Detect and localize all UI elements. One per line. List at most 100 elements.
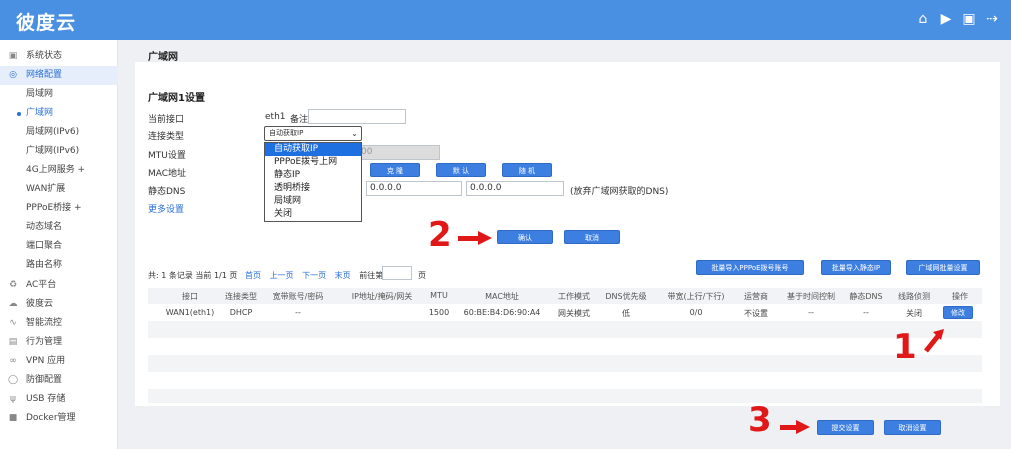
sidebar-item-system-status[interactable]: ▣ 系统状态	[0, 47, 118, 66]
batch-pppoe-button[interactable]: 批量导入PPPoE拨号账号	[696, 260, 804, 275]
chevron-down-icon: ⌄	[351, 129, 358, 138]
col-header: 基于时间控制	[787, 292, 835, 301]
option-static[interactable]: 静态IP	[265, 169, 361, 182]
section-title: 广域网1设置	[148, 93, 205, 104]
col-header: DNS优先级	[605, 292, 647, 301]
sidebar-item-wan-ext[interactable]: WAN扩展	[0, 180, 118, 199]
sidebar-item-vpn[interactable]: ∞ VPN 应用	[0, 352, 118, 371]
table-header: 接口 连接类型 宽带账号/密码 IP地址/掩码/网关 MTU MAC地址 工作模…	[148, 288, 982, 304]
table-row-empty	[148, 321, 982, 338]
table-cell: 关闭	[906, 309, 922, 318]
sidebar: ▣ 系统状态 ◎ 网络配置 局域网 广域网 局域网(IPv6) 广域网(IPv6) …	[0, 40, 118, 449]
arrow-right-icon	[780, 420, 810, 434]
pager-first[interactable]: 首页	[245, 271, 261, 280]
conn-type-label: 连接类型	[148, 132, 185, 142]
option-dhcp[interactable]: 自动获取IP	[265, 143, 361, 156]
pager: 共: 1 条记录 当前 1/1 页 首页 上一页 下一页 末页 前往第	[148, 270, 383, 281]
col-header: MTU	[430, 291, 448, 300]
dns-note: (放弃广域网获取的DNS)	[570, 187, 669, 197]
sidebar-item-usb[interactable]: ψ USB 存储	[0, 390, 118, 409]
mtu-label: MTU设置	[148, 151, 186, 161]
sidebar-item-ac[interactable]: ♻ AC平台	[0, 276, 118, 295]
sidebar-item-behavior[interactable]: ▤ 行为管理	[0, 333, 118, 352]
table-cell: 不设置	[744, 309, 768, 318]
sidebar-item-docker[interactable]: ■ Docker管理	[0, 409, 118, 428]
sidebar-item-wan[interactable]: 广域网	[0, 104, 118, 123]
screen-icon[interactable]: ▣	[962, 12, 976, 26]
pager-goto-input[interactable]	[382, 266, 412, 280]
table-row: WAN1(eth1) DHCP -- 1500 60:BE:B4:D6:90:A…	[148, 304, 982, 321]
confirm-button[interactable]: 确认	[497, 230, 553, 244]
conn-type-dropdown: 自动获取IP PPPoE拨号上网 静态IP 透明桥接 局域网 关闭	[264, 142, 362, 222]
table-row-empty	[148, 338, 982, 355]
mac-label: MAC地址	[148, 169, 187, 179]
remark-input[interactable]	[308, 109, 406, 124]
submit-settings-button[interactable]: 提交设置	[817, 420, 874, 435]
vpn-icon: ∞	[9, 356, 17, 366]
col-header: 运营商	[744, 292, 768, 301]
batch-wan-button[interactable]: 广域网批量设置	[906, 260, 980, 275]
sidebar-item-lan-ipv6[interactable]: 局域网(IPv6)	[0, 123, 118, 142]
sidebar-item-lan[interactable]: 局域网	[0, 85, 118, 104]
current-iface-label: 当前接口	[148, 115, 185, 125]
table-cell: --	[295, 308, 301, 317]
dns-label: 静态DNS	[148, 187, 186, 197]
table-cell: DHCP	[229, 308, 253, 317]
pager-goto-label: 前往第	[359, 271, 384, 280]
logout-icon[interactable]: ⇢	[985, 12, 999, 26]
chart-icon: ∿	[9, 318, 17, 328]
logo: 彼度云	[16, 8, 76, 35]
home-icon[interactable]: ⌂	[916, 12, 930, 26]
option-off[interactable]: 关闭	[265, 208, 361, 221]
sidebar-item-pppoe-bridge[interactable]: PPPoE桥接 +	[0, 199, 118, 218]
sidebar-item-port-agg[interactable]: 端口聚合	[0, 237, 118, 256]
table-cell: 低	[622, 309, 630, 318]
sidebar-item-ddns[interactable]: 动态域名	[0, 218, 118, 237]
cancel-button[interactable]: 取消	[564, 230, 620, 244]
arrow-up-right-icon	[924, 329, 944, 353]
sidebar-item-network-config[interactable]: ◎ 网络配置	[0, 66, 118, 85]
pager-last[interactable]: 末页	[335, 271, 351, 280]
remark-label: 备注	[290, 115, 309, 125]
pager-prev[interactable]: 上一页	[270, 271, 294, 280]
page-title: 广域网	[148, 52, 178, 63]
col-header: MAC地址	[485, 292, 519, 301]
dns2-input[interactable]: 0.0.0.0	[466, 181, 564, 196]
more-settings-link[interactable]: 更多设置	[148, 202, 184, 215]
default-mac-button[interactable]: 默 认	[436, 163, 486, 177]
arrow-right-icon	[458, 231, 492, 245]
annotation-2: 2	[428, 215, 452, 255]
option-lan[interactable]: 局域网	[265, 195, 361, 208]
play-circle-icon[interactable]: ▶	[939, 12, 953, 26]
option-bridge[interactable]: 透明桥接	[265, 182, 361, 195]
sidebar-item-wan-ipv6[interactable]: 广域网(IPv6)	[0, 142, 118, 161]
top-icons: ⌂ ▶ ▣ ⇢	[916, 12, 999, 26]
edit-button[interactable]: 修改	[943, 306, 973, 319]
sidebar-item-router-name[interactable]: 路由名称	[0, 256, 118, 275]
option-pppoe[interactable]: PPPoE拨号上网	[265, 156, 361, 169]
pager-next[interactable]: 下一页	[302, 271, 326, 280]
logo-text: 彼度云	[16, 12, 77, 34]
current-iface-value: eth1	[265, 112, 286, 122]
conn-type-select[interactable]: 自动获取IP ⌄	[264, 126, 362, 141]
random-mac-button[interactable]: 随 机	[502, 163, 552, 177]
clone-mac-button[interactable]: 克 隆	[370, 163, 420, 177]
sidebar-item-4g[interactable]: 4G上网服务 +	[0, 161, 118, 180]
col-header: 接口	[182, 292, 198, 301]
pager-goto-suffix: 页	[418, 271, 426, 280]
col-header: 操作	[952, 292, 968, 301]
sidebar-item-flow[interactable]: ∿ 智能流控	[0, 314, 118, 333]
sidebar-item-defense[interactable]: ◯ 防御配置	[0, 371, 118, 390]
dns1-input[interactable]: 0.0.0.0	[366, 181, 462, 196]
sidebar-item-cloud[interactable]: ☁ 彼度云	[0, 295, 118, 314]
table-cell: 60:BE:B4:D6:90:A4	[463, 308, 541, 317]
table-cell: 0/0	[689, 308, 703, 317]
table-cell: --	[808, 308, 814, 317]
ac-icon: ♻	[8, 280, 18, 290]
batch-static-button[interactable]: 批量导入静态IP	[821, 260, 891, 275]
table-cell: 1500	[428, 308, 450, 317]
col-header: 工作模式	[558, 292, 590, 301]
behavior-icon: ▤	[8, 337, 18, 347]
globe-icon: ◎	[9, 70, 17, 80]
cancel-settings-button[interactable]: 取消设置	[884, 420, 941, 435]
